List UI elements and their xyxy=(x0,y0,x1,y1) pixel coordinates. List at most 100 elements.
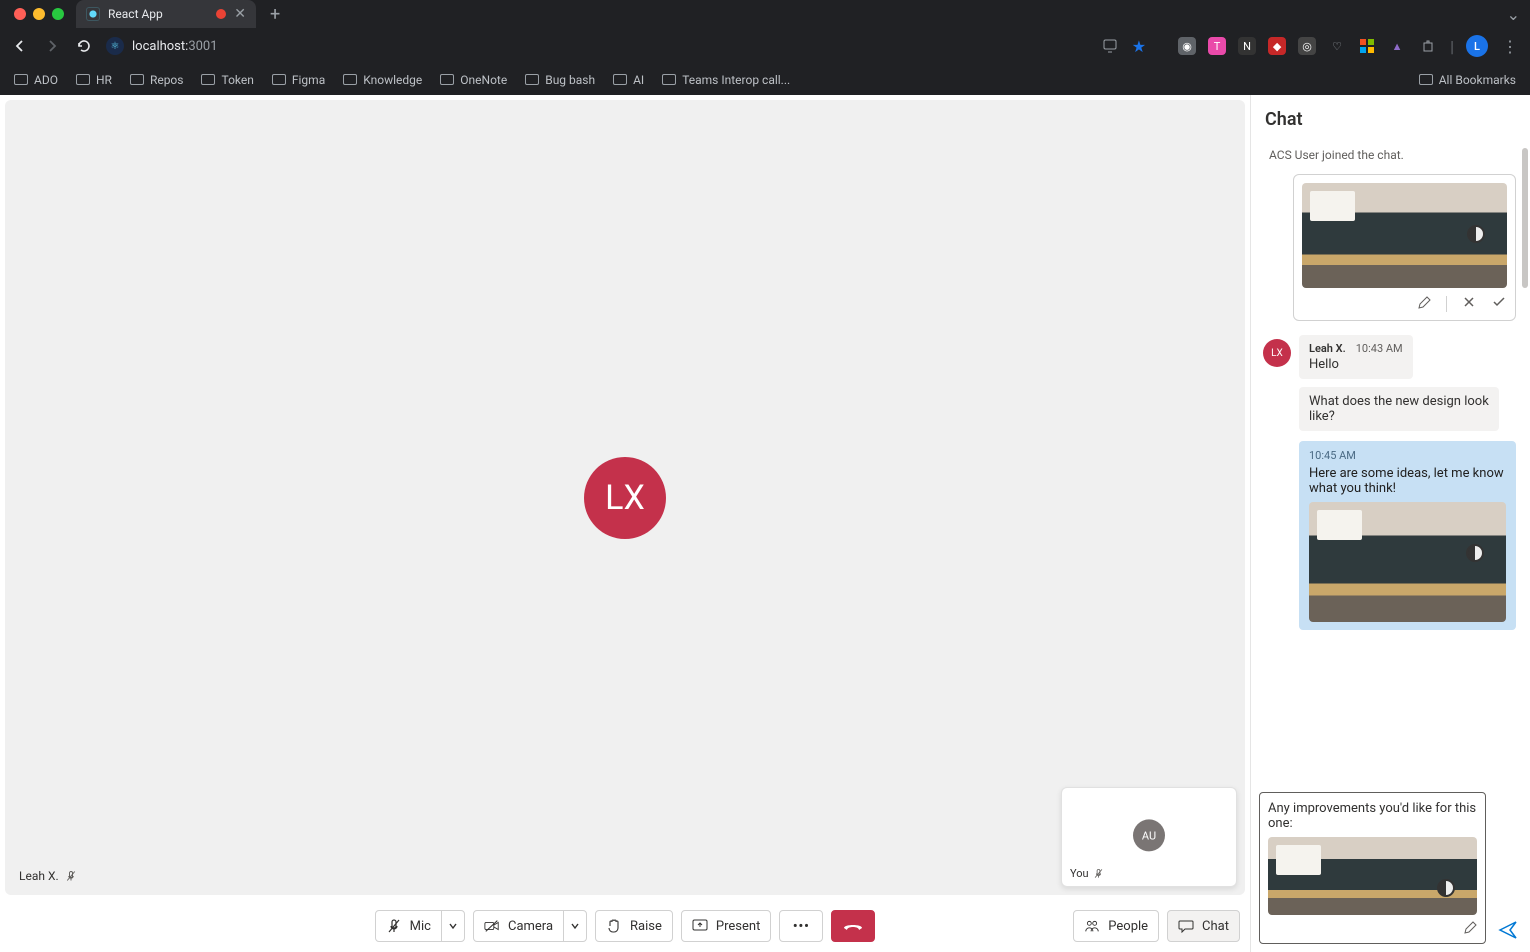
call-controls: Mic Camera Raise Present ••• People xyxy=(0,900,1250,952)
video-stage: LX Leah X. AU You xyxy=(5,100,1245,895)
chat-panel: Chat ACS User joined the chat. LX Leah X… xyxy=(1250,95,1530,952)
more-options-button[interactable]: ••• xyxy=(779,910,823,942)
chat-message: LX Leah X. 10:43 AM Hello xyxy=(1263,335,1524,379)
message-input[interactable]: Any improvements you'd like for this one… xyxy=(1259,792,1486,944)
present-button[interactable]: Present xyxy=(681,910,771,942)
message-text: Here are some ideas, let me know what yo… xyxy=(1309,466,1506,496)
participant-avatar: LX xyxy=(584,457,666,539)
mic-off-icon xyxy=(386,918,402,934)
bookmark-folder[interactable]: OneNote xyxy=(440,73,507,87)
chat-messages[interactable]: ACS User joined the chat. LX Leah X. 10:4… xyxy=(1251,140,1530,784)
bookmark-folder[interactable]: Figma xyxy=(272,73,325,87)
bookmark-folder[interactable]: ADO xyxy=(14,73,58,87)
people-icon xyxy=(1084,918,1100,934)
present-icon xyxy=(692,918,708,934)
self-name-tag: You xyxy=(1070,867,1104,880)
back-button[interactable] xyxy=(10,38,30,54)
sender-avatar: LX xyxy=(1263,339,1291,367)
bookmark-folder[interactable]: Repos xyxy=(130,73,184,87)
minimize-window-icon[interactable] xyxy=(33,8,45,20)
app: LX Leah X. AU You Mic Camera xyxy=(0,95,1530,952)
send-icon xyxy=(1498,920,1518,940)
participant-name: Leah X. xyxy=(19,869,59,883)
people-button[interactable]: People xyxy=(1073,910,1159,942)
raise-hand-button[interactable]: Raise xyxy=(595,910,673,942)
kitchen-image[interactable] xyxy=(1309,502,1506,622)
message-text: Hello xyxy=(1309,357,1403,372)
extension-icon[interactable] xyxy=(1358,37,1376,55)
image-attachment-card xyxy=(1293,174,1516,321)
mic-button[interactable]: Mic xyxy=(375,910,465,942)
extension-icon[interactable]: ◎ xyxy=(1298,37,1316,55)
profile-avatar[interactable]: L xyxy=(1466,35,1488,57)
close-window-icon[interactable] xyxy=(14,8,26,20)
message-text: What does the new design look like? xyxy=(1309,394,1489,424)
confirm-attachment-icon[interactable] xyxy=(1491,296,1507,312)
kitchen-image-attachment[interactable] xyxy=(1268,837,1477,915)
compose-area: Any improvements you'd like for this one… xyxy=(1251,784,1530,952)
bookmarks-bar: ADO HR Repos Token Figma Knowledge OneNo… xyxy=(0,64,1530,95)
edit-icon[interactable] xyxy=(1463,921,1477,935)
reload-button[interactable] xyxy=(74,38,94,54)
window-controls xyxy=(8,8,70,20)
extension-icon[interactable]: T xyxy=(1208,37,1226,55)
browser-menu-icon[interactable]: ⋮ xyxy=(1500,37,1520,56)
mic-muted-icon xyxy=(65,870,77,882)
browser-tab[interactable]: React App ✕ xyxy=(76,0,256,28)
chat-message-self: 10:45 AM Here are some ideas, let me kno… xyxy=(1299,441,1516,630)
sender-name: Leah X. xyxy=(1309,342,1346,355)
all-bookmarks[interactable]: All Bookmarks xyxy=(1419,73,1516,87)
recording-indicator-icon xyxy=(216,9,226,19)
system-message: ACS User joined the chat. xyxy=(1263,140,1524,174)
react-icon xyxy=(86,7,100,21)
site-info-icon[interactable]: ⚛ xyxy=(106,37,124,55)
compose-text: Any improvements you'd like for this one… xyxy=(1268,801,1477,831)
send-button[interactable] xyxy=(1494,916,1522,944)
bookmark-folder[interactable]: Bug bash xyxy=(525,73,595,87)
bookmark-folder[interactable]: Knowledge xyxy=(343,73,422,87)
camera-off-icon xyxy=(484,918,500,934)
participant-name-tag: Leah X. xyxy=(19,869,77,883)
bookmark-folder[interactable]: HR xyxy=(76,73,112,87)
camera-options-button[interactable] xyxy=(563,911,586,941)
tab-bar: React App ✕ + ⌄ xyxy=(0,0,1530,28)
install-app-icon[interactable] xyxy=(1100,38,1120,54)
chat-button[interactable]: Chat xyxy=(1167,910,1240,942)
extension-icon[interactable]: ◉ xyxy=(1178,37,1196,55)
chat-header: Chat xyxy=(1251,95,1530,140)
tab-title: React App xyxy=(108,7,163,21)
url-host: localhost:3001 xyxy=(132,39,218,54)
address-bar[interactable]: ⚛ localhost:3001 xyxy=(106,37,218,55)
message-time: 10:45 AM xyxy=(1309,449,1506,462)
extension-icon[interactable]: ◆ xyxy=(1268,37,1286,55)
bookmark-folder[interactable]: Teams Interop call... xyxy=(662,73,790,87)
bookmark-star-icon[interactable]: ★ xyxy=(1132,37,1146,56)
message-time: 10:43 AM xyxy=(1356,342,1403,355)
extension-icon[interactable]: N xyxy=(1238,37,1256,55)
close-tab-icon[interactable]: ✕ xyxy=(234,6,246,22)
forward-button[interactable] xyxy=(42,38,62,54)
camera-button[interactable]: Camera xyxy=(473,910,587,942)
remove-attachment-icon[interactable] xyxy=(1461,296,1477,312)
scrollbar[interactable] xyxy=(1522,140,1528,784)
mic-options-button[interactable] xyxy=(441,911,464,941)
bookmark-folder[interactable]: AI xyxy=(613,73,644,87)
extension-icon[interactable]: ♡ xyxy=(1328,37,1346,55)
browser-chrome: React App ✕ + ⌄ ⚛ localhost:3001 ★ ◉ T N… xyxy=(0,0,1530,95)
self-view[interactable]: AU You xyxy=(1061,787,1237,887)
hangup-button[interactable] xyxy=(831,910,875,942)
kitchen-image[interactable] xyxy=(1302,183,1507,288)
extension-icon[interactable]: ▲ xyxy=(1388,37,1406,55)
toolbar-right: ★ ◉ T N ◆ ◎ ♡ ▲ | L ⋮ xyxy=(1100,35,1520,57)
new-tab-button[interactable]: + xyxy=(262,4,288,25)
self-avatar: AU xyxy=(1133,819,1165,851)
chat-icon xyxy=(1178,918,1194,934)
raise-hand-icon xyxy=(606,918,622,934)
mic-muted-icon xyxy=(1093,868,1104,879)
bookmark-folder[interactable]: Token xyxy=(201,73,253,87)
edit-attachment-icon[interactable] xyxy=(1416,296,1432,312)
extensions-menu-icon[interactable] xyxy=(1418,38,1438,54)
tabs-dropdown-icon[interactable]: ⌄ xyxy=(1507,5,1530,24)
hangup-icon xyxy=(842,919,864,933)
maximize-window-icon[interactable] xyxy=(52,8,64,20)
